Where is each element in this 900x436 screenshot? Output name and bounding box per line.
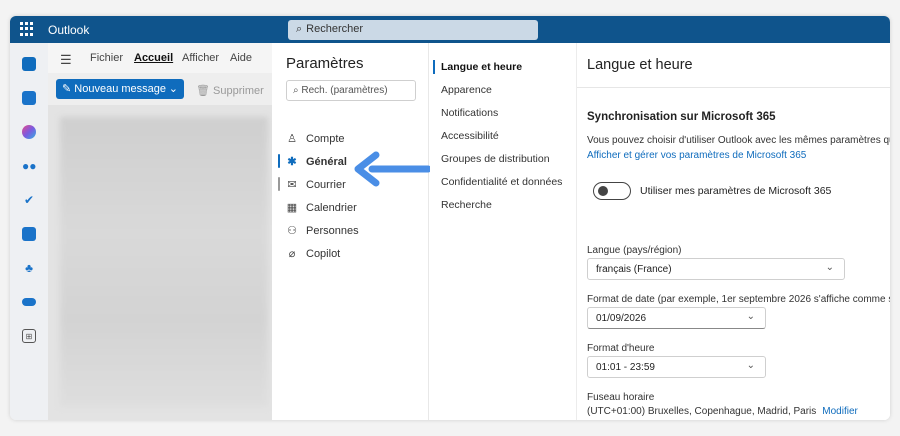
language-label: Langue (pays/région) [587,245,682,256]
category-calendrier[interactable]: ▦ Calendrier [286,201,357,215]
ribbon-tabs: ☰ Fichier Accueil Afficher Aide [48,43,288,73]
gear-icon: ✱ [287,156,297,168]
timezone-row: (UTC+01:00) Bruxelles, Copenhague, Madri… [587,406,858,417]
org-app-icon[interactable]: ♣ [22,261,36,275]
settings-categories: Paramètres ⌕ Rech. (paramètres) ♙ Compte … [272,43,429,420]
category-compte[interactable]: ♙ Compte [286,132,345,146]
tab-afficher[interactable]: Afficher [182,52,219,64]
category-label: Compte [306,132,345,145]
language-dropdown[interactable]: français (France) ⌄ [587,258,845,280]
divider [577,87,890,88]
app-launcher-icon[interactable] [20,22,34,36]
annotation-arrow [354,151,430,187]
tab-aide[interactable]: Aide [230,52,252,64]
category-label: Personnes [306,224,359,237]
time-format-value: 01:01 - 23:59 [596,362,655,373]
settings-title: Paramètres [286,55,364,72]
sync-link[interactable]: Afficher et gérer vos paramètres de Micr… [587,150,806,161]
mail-icon: ✉ [287,179,297,191]
tab-accueil[interactable]: Accueil [134,52,173,64]
settings-search-input[interactable]: ⌕ Rech. (paramètres) [286,80,416,101]
blurred-messages [60,117,268,407]
subcategory-langue-heure[interactable]: Langue et heure [441,61,522,73]
toolbar: ✎ Nouveau message ⌄ 🗑 Supprimer [48,73,288,105]
sync-title: Synchronisation sur Microsoft 365 [587,111,776,123]
date-format-value: 01/09/2026 [596,313,647,324]
toggle-label: Utiliser mes paramètres de Microsoft 365 [640,185,832,197]
subcategory-notifications[interactable]: Notifications [441,107,498,119]
todo-app-icon[interactable]: ✔ [22,193,36,207]
app-name: Outlook [48,23,90,37]
subcategory-apparence[interactable]: Apparence [441,84,492,96]
category-label: Courrier [306,178,346,191]
top-bar: Outlook ⌕ Rechercher [10,16,890,43]
settings-content: Langue et heure Synchronisation sur Micr… [577,43,890,420]
chevron-down-icon: ⌄ [746,360,755,371]
delete-button[interactable]: 🗑 Supprimer [196,84,264,97]
language-value: français (France) [596,264,672,275]
mail-app-icon[interactable] [22,57,36,71]
calendar-icon: ▦ [286,202,298,214]
category-courrier[interactable]: ✉ Courrier [286,178,346,192]
tab-fichier[interactable]: Fichier [90,52,123,64]
calendar-app-icon[interactable] [22,91,36,105]
subcategory-confidentialite[interactable]: Confidentialité et données [441,176,562,188]
outlook-window: Outlook ⌕ Rechercher ●● ✔ ♣ ⊞ ☰ Fichier A… [10,16,890,420]
sync-toggle[interactable] [593,182,631,200]
delete-label: Supprimer [213,85,264,97]
hover-indicator [278,177,280,191]
message-list [48,105,288,420]
chevron-down-icon: ⌄ [825,262,834,273]
category-label: Copilot [306,247,341,260]
content-title: Langue et heure [587,57,693,73]
settings-subcategories: Langue et heure Apparence Notifications … [429,43,577,420]
copilot-app-icon[interactable] [22,125,36,139]
copilot-icon: ⌀ [288,248,296,260]
trash-icon: 🗑 [196,85,214,97]
search-placeholder: Rechercher [306,23,364,35]
category-personnes[interactable]: ⚇ Personnes [286,224,359,238]
settings-search-placeholder: Rech. (paramètres) [301,85,388,96]
onedrive-app-icon[interactable] [22,298,36,306]
new-message-button[interactable]: ✎ Nouveau message ⌄ [56,79,184,99]
subcategory-recherche[interactable]: Recherche [441,199,492,211]
time-format-dropdown[interactable]: 01:01 - 23:59 ⌄ [587,356,766,378]
timezone-value: (UTC+01:00) Bruxelles, Copenhague, Madri… [587,406,817,417]
sync-description: Vous pouvez choisir d'utiliser Outlook a… [587,135,890,146]
subcategory-accessibilite[interactable]: Accessibilité [441,130,499,142]
chevron-down-icon: ⌄ [746,311,755,322]
compose-icon: ✎ [62,83,75,95]
category-label: Calendrier [306,201,357,214]
hamburger-menu-icon[interactable]: ☰ [60,52,72,68]
selection-indicator [278,154,280,168]
selection-indicator [433,60,435,74]
search-box[interactable]: ⌕ Rechercher [288,20,538,40]
settings-panel: Paramètres ⌕ Rech. (paramètres) ♙ Compte … [272,43,890,420]
people-app-icon[interactable]: ●● [22,159,37,173]
category-copilot[interactable]: ⌀ Copilot [286,247,341,261]
category-label: Général [306,155,347,168]
category-general[interactable]: ✱ Général [286,155,347,169]
app-rail: ●● ✔ ♣ ⊞ [10,43,48,420]
chevron-down-icon[interactable]: ⌄ [169,82,178,95]
person-icon: ♙ [287,133,297,145]
date-format-label: Format de date (par exemple, 1er septemb… [587,294,890,305]
date-format-dropdown[interactable]: 01/09/2026 ⌄ [587,307,766,329]
files-app-icon[interactable] [22,227,36,241]
new-message-label: Nouveau message [74,83,167,95]
search-icon: ⌕ [296,23,303,35]
more-apps-icon[interactable]: ⊞ [22,329,36,343]
timezone-label: Fuseau horaire [587,392,655,403]
subcategory-groupes[interactable]: Groupes de distribution [441,153,550,165]
people-icon: ⚇ [287,225,297,237]
timezone-modify-link[interactable]: Modifier [822,406,858,417]
time-format-label: Format d'heure [587,343,655,354]
